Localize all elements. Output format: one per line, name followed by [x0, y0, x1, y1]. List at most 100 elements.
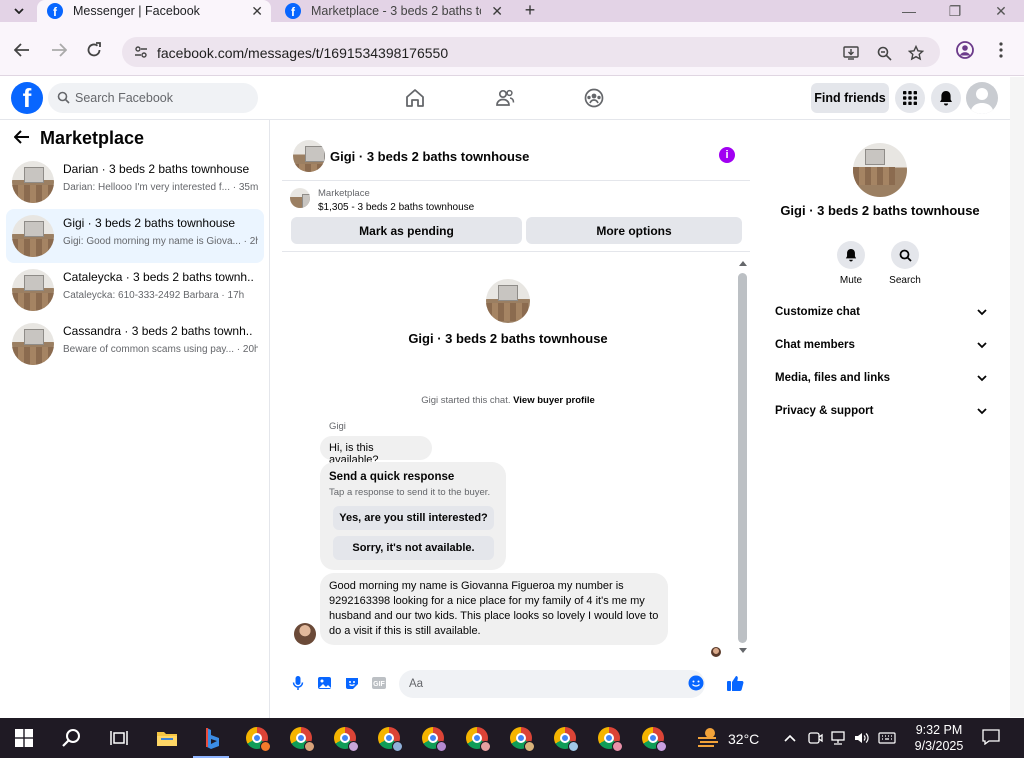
notification-center-icon[interactable] [982, 729, 1000, 748]
show-hidden-icons-chevron-icon[interactable] [781, 729, 799, 747]
search-icon [891, 241, 919, 269]
menu-grid-icon[interactable] [895, 83, 925, 113]
account-avatar[interactable] [966, 82, 998, 114]
chrome-profile-icon[interactable] [595, 724, 623, 752]
network-icon[interactable] [829, 729, 847, 747]
site-info-icon[interactable] [134, 45, 148, 62]
windows-start-icon[interactable] [10, 724, 38, 752]
listing-price-title[interactable]: $1,305 - 3 beds 2 baths townhouse [318, 202, 474, 213]
volume-icon[interactable] [853, 729, 871, 747]
close-tab-icon[interactable]: ✕ [491, 3, 503, 20]
chat-name: Cassandra · 3 beds 2 baths townh... [63, 324, 253, 338]
address-bar[interactable]: facebook.com/messages/t/1691534398176550 [122, 37, 940, 67]
restore-button[interactable]: ❐ [932, 0, 978, 22]
svg-text:GIF: GIF [373, 681, 385, 688]
forward-button[interactable] [48, 39, 70, 61]
listing-thumbnail[interactable] [290, 188, 310, 208]
meet-now-icon[interactable] [806, 729, 824, 747]
find-friends-button[interactable]: Find friends [811, 83, 889, 113]
scrollbar-thumb[interactable] [738, 273, 747, 643]
chrome-profile-icon[interactable] [331, 724, 359, 752]
search-icon[interactable] [58, 724, 86, 752]
listing-thumbnail[interactable] [293, 140, 325, 172]
thread-title: Gigi · 3 beds 2 baths townhouse [408, 331, 608, 346]
view-buyer-profile-link[interactable]: View buyer profile [513, 395, 595, 406]
tab-messenger[interactable]: f Messenger | Facebook ✕ [37, 0, 271, 22]
close-window-button[interactable]: ✕ [978, 0, 1024, 22]
thread-scrollbar[interactable] [738, 259, 748, 653]
media-files-links-row[interactable]: Media, files and links [775, 372, 987, 392]
chat-name: Darian · 3 beds 2 baths townhouse [63, 162, 250, 176]
search-label: Search [889, 275, 921, 286]
search-in-chat-button[interactable]: Search [880, 241, 930, 286]
home-icon[interactable] [404, 87, 426, 109]
system-clock[interactable]: 9:32 PM 9/3/2025 [904, 722, 974, 754]
search-placeholder: Search Facebook [75, 91, 173, 105]
chat-item-darian[interactable]: Darian · 3 beds 2 baths townhouse Darian… [6, 155, 264, 209]
chat-members-row[interactable]: Chat members [775, 339, 987, 359]
zoom-icon[interactable] [875, 44, 893, 62]
bookmark-star-icon[interactable] [907, 44, 925, 62]
chrome-profile-icon[interactable] [419, 724, 447, 752]
more-options-button[interactable]: More options [526, 217, 742, 244]
back-arrow-icon[interactable] [13, 130, 30, 147]
groups-icon[interactable] [583, 87, 605, 109]
message-input[interactable]: Aa [399, 670, 705, 698]
listing-thumbnail [12, 215, 54, 257]
file-explorer-icon[interactable] [153, 724, 181, 752]
tab-search-chevron-icon[interactable] [8, 2, 30, 20]
minimize-button[interactable]: — [886, 0, 932, 22]
back-button[interactable] [11, 39, 33, 61]
sticker-icon[interactable] [344, 675, 360, 691]
chrome-profile-icon[interactable] [243, 724, 271, 752]
install-app-icon[interactable] [842, 44, 860, 62]
photo-icon[interactable] [317, 675, 333, 691]
chat-name: Cataleycka · 3 beds 2 baths townh... [63, 270, 253, 284]
chrome-profile-icon[interactable] [375, 724, 403, 752]
weather-widget[interactable]: 32°C [696, 727, 759, 750]
thumbs-up-icon[interactable] [726, 674, 744, 692]
tab-marketplace[interactable]: f Marketplace - 3 beds 2 baths to ✕ [275, 0, 511, 22]
chat-preview: Cataleycka: 610-333-2492 Barbara · 17h [63, 290, 245, 301]
reload-button[interactable] [83, 39, 105, 61]
chrome-profile-icon[interactable] [287, 724, 315, 752]
sidebar-header: Marketplace [13, 128, 144, 149]
keyboard-icon[interactable] [878, 729, 896, 747]
gif-icon[interactable]: GIF [371, 675, 387, 691]
sender-avatar[interactable] [294, 623, 316, 645]
chrome-profile-icon[interactable] [463, 724, 491, 752]
listing-strip: Marketplace $1,305 - 3 beds 2 baths town… [282, 182, 750, 252]
listing-thumbnail [12, 323, 54, 365]
facebook-logo-icon[interactable]: f [11, 82, 43, 114]
mark-as-pending-button[interactable]: Mark as pending [291, 217, 522, 244]
microphone-icon[interactable] [290, 675, 306, 691]
close-tab-icon[interactable]: ✕ [251, 3, 263, 20]
emoji-icon[interactable] [688, 675, 704, 694]
details-title: Gigi · 3 beds 2 baths townhouse [780, 203, 980, 218]
temperature: 32°C [728, 730, 760, 747]
mute-button[interactable]: Mute [826, 241, 876, 286]
privacy-support-row[interactable]: Privacy & support [775, 405, 987, 425]
conversation-panel: Gigi · 3 beds 2 baths townhouse i Market… [282, 131, 750, 706]
conversation-title[interactable]: Gigi · 3 beds 2 baths townhouse [330, 149, 529, 164]
task-view-icon[interactable] [105, 724, 133, 752]
quick-reply-not-available-button[interactable]: Sorry, it's not available. [333, 536, 494, 560]
chat-item-gigi[interactable]: Gigi · 3 beds 2 baths townhouse Gigi: Go… [6, 209, 264, 263]
info-icon[interactable]: i [719, 147, 735, 163]
chat-item-cataleycka[interactable]: Cataleycka · 3 beds 2 baths townh... Cat… [6, 263, 264, 317]
chrome-profile-icon[interactable] [639, 724, 667, 752]
new-tab-button[interactable]: + [520, 0, 540, 22]
pinned-app-icon[interactable] [193, 724, 229, 758]
friends-icon[interactable] [494, 87, 516, 109]
facebook-search-input[interactable]: Search Facebook [48, 83, 258, 113]
chrome-profile-icon[interactable] [507, 724, 535, 752]
profile-icon[interactable] [954, 39, 976, 61]
marketplace-label: Marketplace [318, 188, 370, 199]
quick-reply-interested-button[interactable]: Yes, are you still interested? [333, 506, 494, 530]
notifications-bell-icon[interactable] [931, 83, 961, 113]
chat-item-cassandra[interactable]: Cassandra · 3 beds 2 baths townh... Bewa… [6, 317, 264, 371]
page-scrollbar[interactable] [1010, 77, 1024, 717]
chrome-profile-icon[interactable] [551, 724, 579, 752]
customize-chat-row[interactable]: Customize chat [775, 306, 987, 326]
browser-menu-icon[interactable] [990, 39, 1012, 61]
